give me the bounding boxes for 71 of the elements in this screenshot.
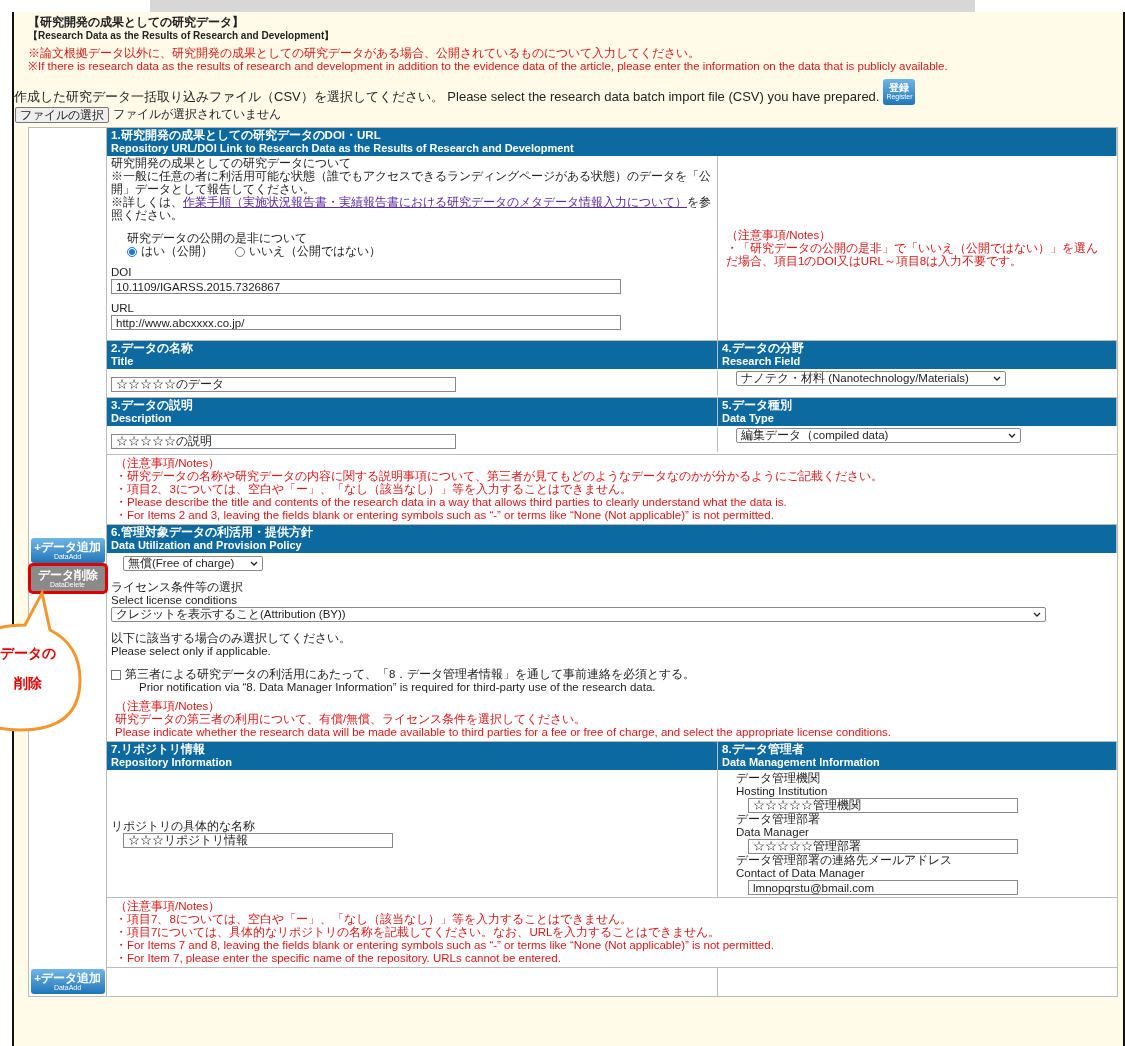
manager-label-en: Hosting Institution: [736, 785, 829, 799]
page-title: 【研究開発の成果としての研究データ】: [28, 15, 245, 29]
publish-label: 研究データの公開の是非について: [127, 232, 308, 245]
note-text: ・Please describe the title and contents of the research data in a way that allows third parties to clearly understand what the data is.: [115, 496, 788, 510]
callout-text: データの: [0, 645, 56, 661]
note-text: ・「研究データの公開の是非」で「いいえ（公開ではない）」を選んだ場合、項目1のDOI又はURL～項目8は入力不要です。: [726, 241, 1099, 268]
checkbox-label: 第三者による研究データの利活用にあたって、「8．データ管理者情報」を通して事前連絡を必須とする。: [125, 668, 696, 682]
manager-label: データ管理部署: [736, 813, 821, 827]
section-header: 4.データの分野 Research Field: [718, 341, 1117, 370]
section-header: 1.研究開発の成果としての研究データのDOI・URL Repository URL/DOI Link to Research Data as the Results of Research and Development: [107, 128, 1117, 157]
manager-label: データ管理部署の連絡先メールアドレス: [736, 854, 953, 868]
manager-label-en: Data Manager: [736, 826, 810, 840]
section-header: 2.データの名称 Title: [107, 341, 718, 370]
note-text: ・For Item 7, please enter the specific name of the repository. URLs cannot be entered.: [115, 952, 562, 966]
page-subtitle: 【Research Data as the Results of Research and Development】: [28, 29, 336, 42]
notice-text: ※論文根拠データ以外に、研究開発の成果としての研究データがある場合、公開されているものについて入力してください。: [28, 47, 701, 60]
doi-field[interactable]: 10.1109/IGARSS.2015.7326867: [111, 279, 621, 295]
procedure-link[interactable]: 作業手順（実施状況報告書・実績報告書における研究データのメタデータ情報入力について）: [183, 196, 687, 209]
caret-icon: [993, 376, 1001, 382]
note-text: ・項目7、8については、空白や「ー」、「なし（該当なし）」等を入力することはできません。: [115, 913, 633, 927]
note-text: 研究データの第三者の利用について、有償/無償、ライセンス条件を選択してください。: [115, 713, 588, 727]
callout-text: 削除: [13, 675, 43, 691]
doi-label: DOI: [111, 266, 133, 280]
section-header: 8.データ管理者 Data Management Information: [718, 742, 1117, 771]
description-field[interactable]: ☆☆☆☆☆の説明: [111, 434, 456, 450]
notes-title: （注意事項/Notes）: [726, 228, 833, 242]
caret-icon: [1008, 433, 1016, 439]
manager-label: データ管理機関: [736, 772, 821, 786]
note-text: Please indicate whether the research data will be made available to third parties for a fee or free of charge, and select the appropriate license conditions.: [115, 726, 893, 740]
title-field[interactable]: ☆☆☆☆☆のデータ: [111, 377, 456, 393]
note-text: ・研究データの名称や研究データの内容に関する説明事項について、第三者が見てもどのようなデータなのかが分かるようにご記載ください。: [115, 470, 884, 483]
manager-field[interactable]: ☆☆☆☆☆管理部署: [748, 839, 1018, 855]
note-text: ・項目2、3については、空白や「ー」、「なし（該当なし）」等を入力することはできません。: [115, 483, 633, 497]
rule-text: ※一般に任意の者に利活用可能な状態（誰でもアクセスできるランディングページがある状態）のデータを「公開」データとして報告してください。: [111, 170, 712, 197]
dropdown[interactable]: 編集データ（compiled data): [736, 428, 1021, 444]
import-prompt: 作成した研究データ一括取り込みファイル（CSV）を選択してください。 Please select the research data batch import file (CSV) you have prepared.: [14, 89, 880, 105]
manager-label-en: Contact of Data Manager: [736, 867, 866, 881]
notes-title: （注意事項/Notes）: [115, 700, 221, 714]
repository-field[interactable]: ☆☆☆リポジトリ情報: [123, 832, 393, 848]
applicable-text: 以下に該当する場合のみ選択してください。: [111, 632, 352, 646]
url-field[interactable]: http://www.abcxxxx.co.jp/: [111, 315, 621, 331]
manager-field[interactable]: ☆☆☆☆☆管理機関: [748, 798, 1018, 814]
checkbox-label-en: Prior notification via “8. Data Manager Information” is required for third-party use of the research data.: [138, 681, 657, 695]
url-label: URL: [111, 302, 135, 316]
radio-option[interactable]: いいえ（公開ではない）: [235, 245, 381, 259]
repository-label: リポジトリの具体的な名称: [111, 819, 256, 833]
section-header: 3.データの説明 Description: [107, 398, 718, 427]
section-header: 7.リポジトリ情報 Repository Information: [107, 742, 718, 771]
notes-title: （注意事項/Notes）: [115, 900, 222, 914]
caret-icon: [1033, 612, 1041, 618]
license-label: ライセンス条件等の選択: [111, 581, 244, 595]
dropdown[interactable]: 無償(Free of charge): [123, 556, 263, 572]
caret-icon: [250, 561, 258, 567]
section-header: 6.管理対象データの利活用・提供方針 Data Utilization and Provision Policy: [107, 525, 1117, 554]
note-text: ・For Items 2 and 3, leaving the fields blank or entering symbols such as “-” or terms like “None (Not applicable)” is not permitted.: [115, 509, 775, 523]
note-text: ・For Items 7 and 8, leaving the fields blank or entering symbols such as “-” or terms like “None (Not applicable)” is not permitted.: [115, 939, 775, 953]
manager-field[interactable]: lmnopqrstu@bmail.com: [748, 880, 1018, 896]
intro-text: 研究開発の成果としての研究データについて: [111, 157, 352, 170]
file-choose-button[interactable]: ファイルの選択: [15, 106, 109, 123]
checkbox[interactable]: [111, 669, 121, 680]
license-label-en: Select license conditions: [111, 594, 238, 608]
details-text: ※詳しくは、作業手順（実施状況報告書・実績報告書における研究データのメタデータ情報入力について）を参照ください。: [111, 196, 712, 223]
applicable-text-en: Please select only if applicable.: [111, 645, 272, 659]
notice-text: ※If there is research data as the results of research and development in addition to the evidence data of the article, please enter the information on the data that is publicly available.: [28, 60, 949, 73]
section-header: 5.データ種別 Data Type: [718, 398, 1117, 427]
notes-title: （注意事項/Notes）: [115, 457, 221, 471]
dropdown[interactable]: クレジットを表示すること(Attribution (BY)): [111, 607, 1046, 623]
dropdown[interactable]: ナノテク・材料 (Nanotechnology/Materials): [736, 371, 1006, 387]
radio-option[interactable]: はい（公開）: [127, 245, 213, 259]
note-text: ・項目7については、具体的なリポジトリの名称を記載してください。なお、URLを入力することはできません。: [115, 926, 722, 940]
file-status: ファイルが選択されていません: [113, 107, 281, 122]
